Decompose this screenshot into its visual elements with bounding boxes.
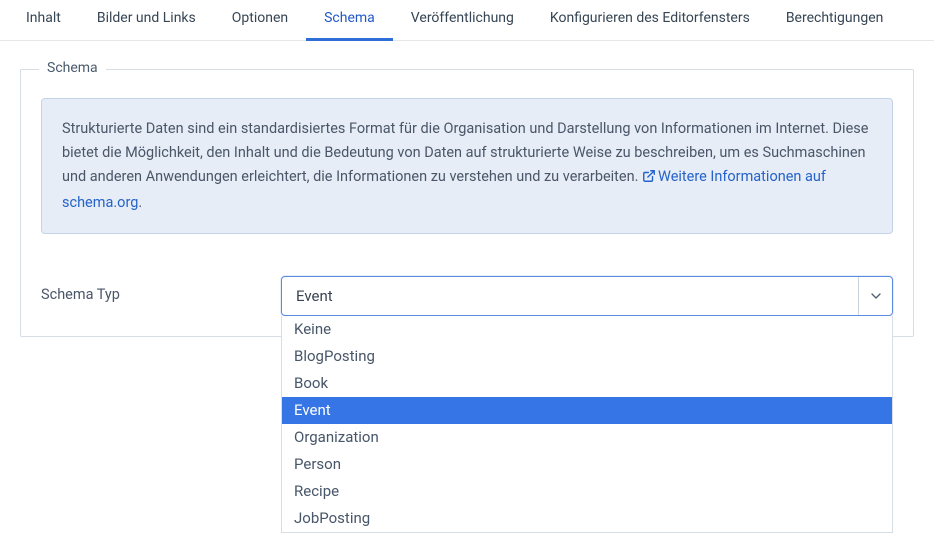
schema-type-dropdown: KeineBlogPostingBookEventOrganizationPer… xyxy=(281,316,893,533)
schema-type-row: Schema Typ Event KeineBlogPostingBookEve… xyxy=(41,276,893,316)
schema-panel: Schema Strukturierte Daten sind ein stan… xyxy=(0,41,934,337)
tab-inhalt[interactable]: Inhalt xyxy=(8,0,79,41)
option-book[interactable]: Book xyxy=(282,370,892,397)
schema-type-label: Schema Typ xyxy=(41,276,281,303)
tab-optionen[interactable]: Optionen xyxy=(214,0,306,41)
option-recipe[interactable]: Recipe xyxy=(282,478,892,505)
schema-info-box: Strukturierte Daten sind ein standardisi… xyxy=(41,98,893,234)
tab-schema[interactable]: Schema xyxy=(306,0,393,41)
chevron-down-icon xyxy=(858,277,892,315)
schema-type-select[interactable]: Event xyxy=(281,276,893,316)
schema-fieldset: Schema Strukturierte Daten sind ein stan… xyxy=(20,69,914,337)
tab-bilder-und-links[interactable]: Bilder und Links xyxy=(79,0,214,41)
option-blogposting[interactable]: BlogPosting xyxy=(282,343,892,370)
external-link-icon xyxy=(642,167,656,191)
schema-type-control: Event KeineBlogPostingBookEventOrganizat… xyxy=(281,276,893,316)
tab-veröffentlichung[interactable]: Veröffentlichung xyxy=(393,0,532,41)
schema-type-value: Event xyxy=(296,287,858,305)
fieldset-legend: Schema xyxy=(39,60,106,76)
option-person[interactable]: Person xyxy=(282,451,892,478)
schema-info-period: . xyxy=(138,194,142,211)
option-event[interactable]: Event xyxy=(282,397,892,424)
option-keine[interactable]: Keine xyxy=(282,316,892,343)
option-jobposting[interactable]: JobPosting xyxy=(282,505,892,532)
tab-bar: InhaltBilder und LinksOptionenSchemaVerö… xyxy=(0,0,934,41)
option-organization[interactable]: Organization xyxy=(282,424,892,451)
tab-berechtigungen[interactable]: Berechtigungen xyxy=(768,0,902,41)
tab-konfigurieren-des-editorfensters[interactable]: Konfigurieren des Editorfensters xyxy=(532,0,768,41)
